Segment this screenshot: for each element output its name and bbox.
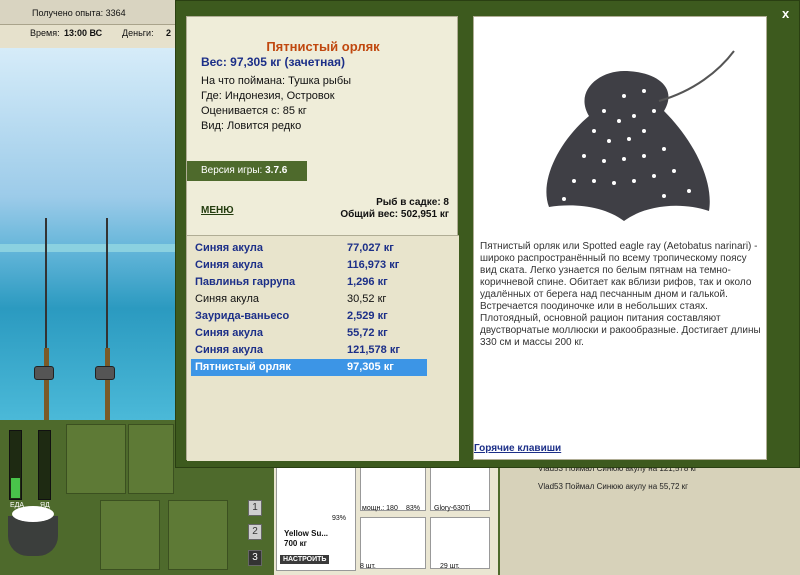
reel-2-icon <box>95 366 115 380</box>
fish-description: Пятнистый орляк или Spotted eagle ray (A… <box>480 241 761 348</box>
fish-bait: На что поймана: Тушка рыбы <box>201 75 352 87</box>
eagle-ray-image <box>546 50 735 221</box>
reel-item-name: Glory-630Ti <box>434 505 471 512</box>
menu-button[interactable]: МЕНЮ <box>201 205 234 216</box>
fish-description-panel: Пятнистый орляк или Spotted eagle ray (A… <box>473 16 767 460</box>
catch-row[interactable]: Заурида-ваньесо 2,529 кг <box>191 308 427 325</box>
reel-1-icon <box>34 366 54 380</box>
catch-summary: Рыб в садке: 8 Общий вес: 502,951 кг <box>340 197 449 221</box>
slot-3-button[interactable]: 3 <box>248 550 262 566</box>
catch-row[interactable]: Синяя акула 55,72 кг <box>191 325 427 342</box>
fishing-scene[interactable] <box>0 48 175 420</box>
catch-row[interactable]: Синяя акула 121,578 кг <box>191 342 427 359</box>
slot-2-button[interactable]: 2 <box>248 524 262 540</box>
poison-bar <box>38 430 51 500</box>
fish-icon[interactable] <box>168 500 228 570</box>
time-label: Время: <box>30 28 60 38</box>
reel-percent: 83% <box>406 505 421 512</box>
feed-item: Vlad53 Поймал Синюю акулу на 55,72 кг <box>538 482 689 491</box>
cooking-pot-icon[interactable] <box>8 506 58 556</box>
close-icon[interactable]: x <box>782 6 789 21</box>
eat-bar <box>9 430 22 500</box>
time-value: 13:00 ВС <box>64 28 103 38</box>
hotkeys-link[interactable]: Горячие клавиши <box>474 443 561 454</box>
catch-info-panel: Пятнистый орляк Вес: 97,305 кг (зачетная… <box>186 16 459 461</box>
rod-weight: 700 кг <box>284 539 307 548</box>
money-label: Деньги: <box>122 28 154 38</box>
experience-text: Получено опыта: 3364 <box>32 8 126 18</box>
catch-row-selected[interactable]: Пятнистый орляк 97,305 кг <box>191 359 427 376</box>
fish-valued: Оценивается с: 85 кг <box>201 105 307 117</box>
bait-slot[interactable] <box>430 517 490 569</box>
bait-count: 29 шт. <box>440 563 460 570</box>
rod-line-2 <box>106 218 108 348</box>
rod-line-1 <box>45 218 47 348</box>
catch-list: Синяя акула 77,027 кг Синяя акула 116,973 … <box>187 235 459 461</box>
setup-button[interactable]: НАСТРОИТЬ <box>280 555 330 564</box>
catch-total-weight: Общий вес: 502,951 кг <box>340 209 449 220</box>
reel-power: мощн.: 180 <box>362 505 398 512</box>
fishing-rod-1[interactable] <box>44 348 49 420</box>
rod-percent: 93% <box>332 515 347 522</box>
fish-title: Пятнистый орляк <box>266 39 380 54</box>
money-value: 2 <box>166 28 172 38</box>
catch-row[interactable]: Синяя акула 77,027 кг <box>191 240 427 257</box>
catch-row[interactable]: Синяя акула 30,52 кг <box>191 291 427 308</box>
fishing-rod-2[interactable] <box>105 348 110 420</box>
catch-count: Рыб в садке: 8 <box>376 197 449 208</box>
horizon <box>0 244 175 252</box>
fish-kind: Вид: Ловится редко <box>201 120 302 132</box>
catch-row[interactable]: Синяя акула 116,973 кг <box>191 257 427 274</box>
tackle-box-icon[interactable] <box>128 424 174 494</box>
catch-row[interactable]: Павлинья гаррупа 1,296 кг <box>191 274 427 291</box>
event-feed: Vlad53 Поймал Синюю акулу на 121,578 кг … <box>500 458 800 575</box>
inventory-panel: Yellow Su... 700 кг 93% НАСТРОИТЬ мощн.:… <box>274 465 498 575</box>
version-label: Версия игры: <box>201 165 263 176</box>
version-badge: Версия игры: 3.7.6 <box>187 161 307 181</box>
hook-slot[interactable] <box>360 517 426 569</box>
hooks-count: 8 шт. <box>360 563 376 570</box>
food-icon[interactable] <box>100 500 160 570</box>
fish-weight: Вес: 97,305 кг (зачетная) <box>201 55 346 69</box>
fish-location: Где: Индонезия, Островок <box>201 90 335 102</box>
rods-icon[interactable] <box>66 424 126 494</box>
version-value: 3.7.6 <box>265 165 288 176</box>
slot-1-button[interactable]: 1 <box>248 500 262 516</box>
rod-name: Yellow Su... <box>284 529 329 538</box>
